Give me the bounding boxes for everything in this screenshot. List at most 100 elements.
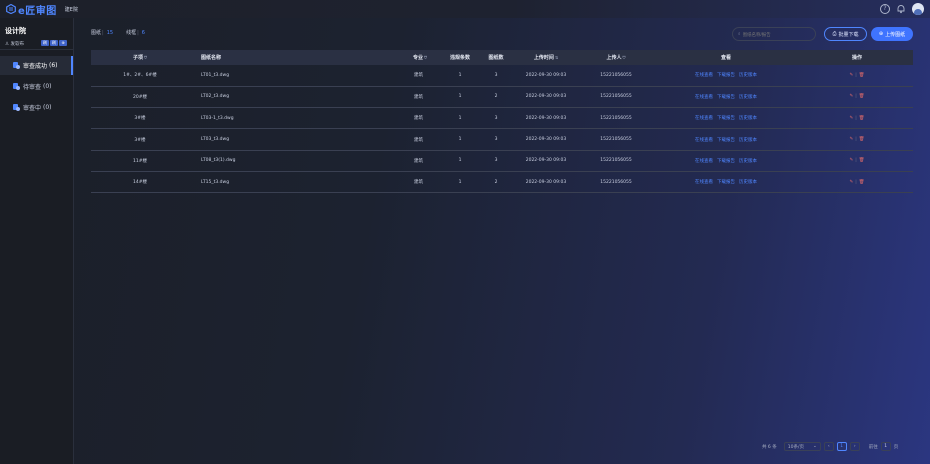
current-page[interactable]: 1 [836, 442, 847, 451]
download-report-link[interactable]: 下载报告 [717, 138, 735, 143]
cell-sub-item: 20#楼 [133, 94, 147, 100]
cell-actions: ✎ | 🗑 [801, 171, 913, 192]
sidebar-item-in-review[interactable]: 审查中 (0) [0, 98, 73, 117]
filter-icon[interactable]: ⛉ [424, 55, 427, 60]
edit-icon[interactable]: ✎ [849, 116, 853, 121]
col-major[interactable]: 专业⛉ [339, 50, 439, 65]
cell-violations: 1 [458, 115, 462, 121]
edit-icon[interactable]: ✎ [849, 158, 853, 163]
search-input[interactable] [742, 31, 811, 37]
header-label: 查看 [720, 55, 731, 61]
col-uploader[interactable]: 上传人⛉ [581, 50, 651, 65]
search-box: ⌕ [732, 27, 816, 41]
filter-icon[interactable]: ⛉ [623, 55, 626, 60]
cell-view-links: 在线查看 下载报告 历史版本 [651, 150, 801, 171]
add-badge-icon[interactable]: ⊕ [59, 40, 67, 46]
document-icon [13, 62, 20, 69]
delete-icon[interactable]: 🗑 [859, 94, 865, 99]
goto-page-input[interactable]: 1 [880, 442, 891, 451]
col-actions: 操作 [801, 50, 913, 65]
bell-icon[interactable] [896, 4, 906, 14]
sidebar-item-count: (6) [49, 62, 58, 69]
divider: | [855, 179, 857, 185]
cell-upload-time: 2022-09-30 09:03 [525, 94, 567, 100]
page-unit: 页 [893, 444, 899, 450]
edit-icon[interactable]: ✎ [849, 180, 853, 185]
share-badge-icon[interactable]: 刷 [41, 40, 49, 46]
sidebar-badges: 刷 刷 ⊕ [41, 40, 67, 46]
tab-wireframes[interactable]: 线框| 6 [126, 29, 145, 36]
delete-icon[interactable]: 🗑 [859, 158, 865, 163]
filter-icon[interactable]: ⛉ [144, 55, 147, 60]
history-link[interactable]: 历史版本 [739, 116, 757, 121]
sort-icon[interactable]: ⇅ [555, 55, 558, 60]
history-link[interactable]: 历史版本 [739, 159, 757, 164]
delete-icon[interactable]: 🗑 [859, 137, 865, 142]
cell-upload-time: 2022-09-30 09:03 [525, 179, 567, 185]
delete-icon[interactable]: 🗑 [859, 116, 865, 121]
top-bar: e匠审图 建E院 ? [0, 0, 930, 18]
col-sub-item[interactable]: 子项⛉ [91, 50, 189, 65]
delete-icon[interactable]: 🗑 [859, 180, 865, 185]
upload-button[interactable]: ⊕ 上传图纸 [871, 27, 913, 41]
avatar[interactable] [912, 3, 924, 15]
tab-divider: | [137, 30, 139, 36]
sidebar-item-pending[interactable]: 待审查 (0) [0, 77, 73, 96]
cell-violations: 1 [458, 137, 462, 143]
help-icon[interactable]: ? [880, 4, 890, 14]
page-size-select[interactable]: 10条/页 ⌄ [783, 442, 821, 451]
table-row: 3#楼 LT03-1_t3.dwg 建筑 1 3 2022-09-30 09:0… [91, 108, 913, 129]
drawings-table: 子项⛉ 图纸名称 专业⛉ 违规条数 图纸数 上传时间⇅ 上传人⛉ 查看 操作 1… [91, 50, 913, 193]
app-logo[interactable]: e匠审图 建E院 [6, 2, 78, 17]
view-online-link[interactable]: 在线查看 [695, 116, 713, 121]
prev-page-button[interactable]: ‹ [823, 442, 834, 451]
download-report-link[interactable]: 下载报告 [717, 73, 735, 78]
view-online-link[interactable]: 在线查看 [695, 159, 713, 164]
view-online-link[interactable]: 在线查看 [695, 95, 713, 100]
cell-major: 建筑 [414, 137, 423, 143]
download-report-link[interactable]: 下载报告 [717, 180, 735, 185]
header-label: 上传时间 [533, 55, 554, 61]
table-row: 14#楼 LT15_t3.dwg 建筑 1 2 2022-09-30 09:03… [91, 171, 913, 193]
cell-drawing-name: LT03_t3.dwg [201, 137, 230, 143]
cell-major: 建筑 [414, 158, 423, 164]
divider: | [855, 158, 857, 164]
cell-upload-time: 2022-09-30 09:03 [525, 158, 567, 164]
history-link[interactable]: 历史版本 [739, 180, 757, 185]
view-tabs: 图纸| 15 线框| 6 [91, 29, 145, 36]
cell-upload-time: 2022-09-30 09:03 [525, 115, 567, 121]
history-link[interactable]: 历史版本 [739, 95, 757, 100]
edit-icon[interactable]: ✎ [849, 137, 853, 142]
cell-drawing-name: LT01_t3.dwg [201, 72, 230, 78]
edit-badge-icon[interactable]: 刷 [50, 40, 58, 46]
cell-sub-item: 3#楼 [134, 137, 146, 143]
edit-icon[interactable]: ✎ [849, 73, 853, 78]
cell-uploader: 15221056055 [600, 115, 632, 121]
view-online-link[interactable]: 在线查看 [695, 138, 713, 143]
delete-icon[interactable]: 🗑 [859, 73, 865, 78]
edit-icon[interactable]: ✎ [849, 94, 853, 99]
view-online-link[interactable]: 在线查看 [695, 73, 713, 78]
history-link[interactable]: 历史版本 [739, 73, 757, 78]
col-upload-time[interactable]: 上传时间⇅ [511, 50, 581, 65]
cell-uploader: 15221056055 [600, 158, 632, 164]
col-sheets: 图纸数 [481, 50, 511, 65]
download-report-link[interactable]: 下载报告 [717, 116, 735, 121]
next-page-button[interactable]: › [849, 442, 860, 451]
history-link[interactable]: 历史版本 [739, 138, 757, 143]
sidebar-item-label: 审查成功 [23, 63, 48, 70]
sidebar: 设计院 ♙ 发软布 刷 刷 ⊕ 审查成功 (6) 待审查 (0) 审查中 (0) [0, 18, 74, 464]
col-view: 查看 [651, 50, 801, 65]
view-online-link[interactable]: 在线查看 [695, 180, 713, 185]
download-report-link[interactable]: 下载报告 [717, 159, 735, 164]
tab-drawings[interactable]: 图纸| 15 [91, 29, 113, 36]
sidebar-item-reviewed[interactable]: 审查成功 (6) [0, 56, 73, 75]
header-label: 操作 [851, 55, 862, 61]
download-report-link[interactable]: 下载报告 [717, 95, 735, 100]
cell-upload-time: 2022-09-30 09:03 [525, 72, 567, 78]
cell-sub-item: 1#、2#、6#楼 [123, 73, 157, 79]
cell-sheets: 2 [494, 94, 498, 100]
cell-major: 建筑 [414, 73, 423, 79]
cell-actions: ✎ | 🗑 [801, 86, 913, 107]
batch-download-button[interactable]: ⎙ 批量下载 [824, 27, 867, 41]
